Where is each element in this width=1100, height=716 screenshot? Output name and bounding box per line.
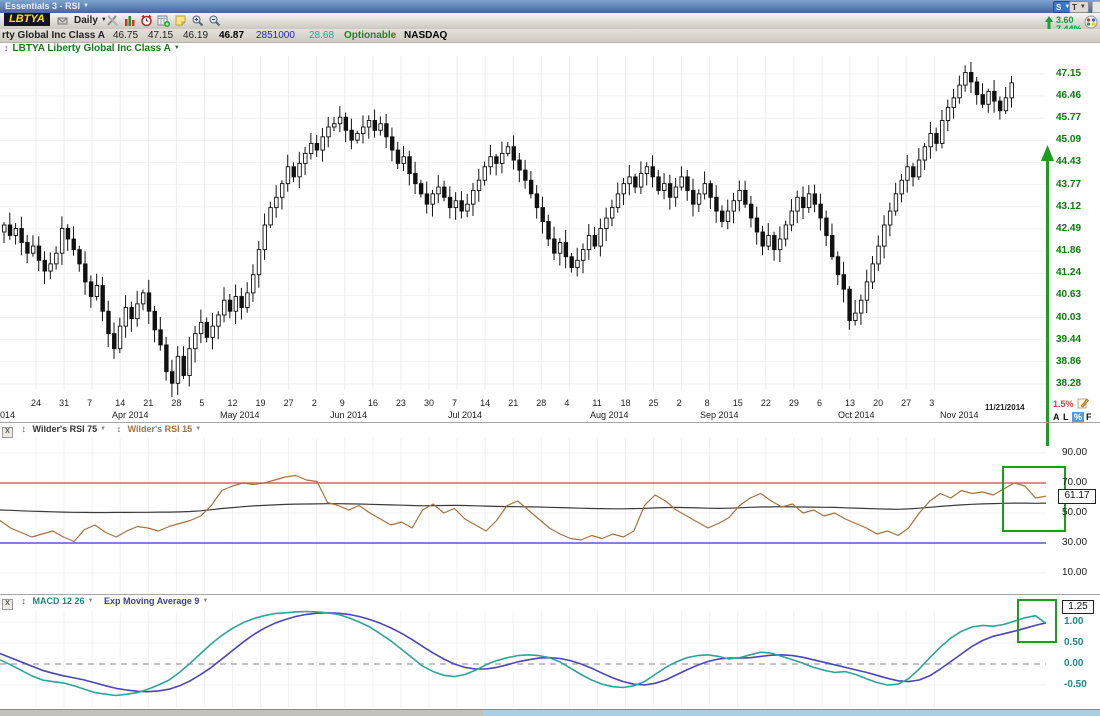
chevron-down-icon: ▼ (1080, 4, 1086, 10)
chevron-down-icon: ▼ (88, 598, 94, 604)
chevron-down-icon: ▼ (100, 426, 106, 432)
app-window: Essentials 3 - RSI▼ S▼ T▼ LBTYA Daily▼ 3… (0, 0, 1100, 716)
candles-group[interactable] (3, 62, 1014, 397)
macd-plot[interactable] (0, 612, 1046, 696)
period-selector[interactable]: Daily▼ (74, 15, 107, 26)
rsi75-line[interactable] (0, 503, 1046, 512)
macd-panel-header: X ↕ MACD 12 26▼ Exp Moving Average 9▼ (2, 596, 208, 608)
send-icon[interactable] (56, 14, 69, 27)
quote-pe: 28.68 (309, 30, 334, 41)
ema-indicator-label[interactable]: Exp Moving Average 9▼ (104, 596, 208, 606)
macd-line[interactable] (0, 612, 1046, 696)
quote-row: rty Global Inc Class A 46.75 47.15 46.19… (0, 29, 1100, 43)
chart-title: LBTYA Liberty Global Inc Class A (13, 43, 171, 54)
rsi15-indicator-label[interactable]: Wilder's RSI 15▼ (128, 424, 202, 434)
close-icon[interactable]: X (2, 427, 13, 438)
titlebar: Essentials 3 - RSI▼ S▼ T▼ (0, 0, 1100, 13)
scale-arith-button[interactable]: A (1053, 412, 1060, 422)
template-button[interactable]: T▼ (1069, 1, 1089, 13)
macd-indicator-label[interactable]: MACD 12 26▼ (33, 596, 94, 606)
rsi75-indicator-label[interactable]: Wilder's RSI 75▼ (33, 424, 107, 434)
drag-handle-icon[interactable]: ↕ (117, 424, 122, 434)
window-control[interactable] (1092, 1, 1100, 13)
note-icon[interactable] (174, 14, 187, 27)
grid-percent-label: 1.5% (1053, 399, 1074, 409)
h-scrollbar[interactable] (0, 710, 1100, 716)
panel-separator[interactable] (0, 422, 1100, 423)
quote-open: 46.75 (113, 30, 138, 41)
toolbar: LBTYA Daily▼ (0, 13, 1100, 30)
quote-volume: 2851000 (256, 30, 295, 41)
scrollbar-thumb[interactable] (483, 710, 1100, 716)
quote-optionable: Optionable (344, 30, 396, 41)
drag-handle-icon[interactable]: ↕ (4, 43, 9, 53)
zoom-in-icon[interactable] (191, 14, 204, 27)
charts-canvas[interactable] (0, 0, 1100, 716)
ema-line[interactable] (0, 613, 1046, 692)
add-study-icon[interactable] (157, 14, 170, 27)
chevron-down-icon: ▼ (195, 426, 201, 432)
macd-current-value: 1.25 (1062, 600, 1094, 614)
quote-low: 46.19 (183, 30, 208, 41)
annotation-box-macd[interactable] (1018, 600, 1056, 642)
tools-icon[interactable] (106, 14, 119, 27)
annotations[interactable] (1003, 145, 1065, 642)
chart-title-bar[interactable]: ↕ LBTYA Liberty Global Inc Class A▼ (4, 43, 180, 55)
symbol-chip[interactable]: LBTYA (4, 13, 50, 26)
annotation-box-rsi[interactable] (1003, 467, 1065, 531)
quote-last: 46.87 (219, 30, 244, 41)
scale-fixed-button[interactable]: F (1086, 412, 1092, 422)
alarm-icon[interactable] (140, 14, 153, 27)
chevron-down-icon: ▼ (83, 3, 89, 9)
layout-title: Essentials 3 - RSI (5, 1, 80, 11)
rsi-panel-header: X ↕ Wilder's RSI 75▼ ↕ Wilder's RSI 15▼ (2, 424, 201, 436)
scale-log-button[interactable]: L (1063, 412, 1069, 422)
close-icon[interactable]: X (2, 599, 13, 610)
rsi-plot[interactable] (0, 476, 1046, 544)
zoom-out-icon[interactable] (208, 14, 221, 27)
rsi-current-value: 61.17 (1058, 489, 1096, 504)
scale-percent-button[interactable]: % (1072, 412, 1084, 422)
layout-selector[interactable]: Essentials 3 - RSI▼ (5, 1, 89, 11)
quote-exchange: NASDAQ (404, 30, 447, 41)
bar-chart-icon[interactable] (123, 14, 136, 27)
drag-handle-icon[interactable]: ↕ (22, 596, 27, 606)
palette-icon[interactable] (1084, 15, 1098, 29)
panel-separator[interactable] (0, 594, 1100, 595)
chevron-down-icon: ▼ (202, 598, 208, 604)
annotation-arrowhead[interactable] (1041, 145, 1054, 161)
quote-name: rty Global Inc Class A (2, 30, 105, 41)
scrollbar-track-left[interactable] (0, 710, 483, 716)
drag-handle-icon[interactable]: ↕ (22, 424, 27, 434)
quote-high: 47.15 (148, 30, 173, 41)
rsi15-line[interactable] (0, 476, 1046, 542)
gridlines (0, 56, 1046, 708)
chevron-down-icon: ▼ (174, 45, 180, 51)
edit-grid-icon[interactable] (1077, 397, 1089, 409)
